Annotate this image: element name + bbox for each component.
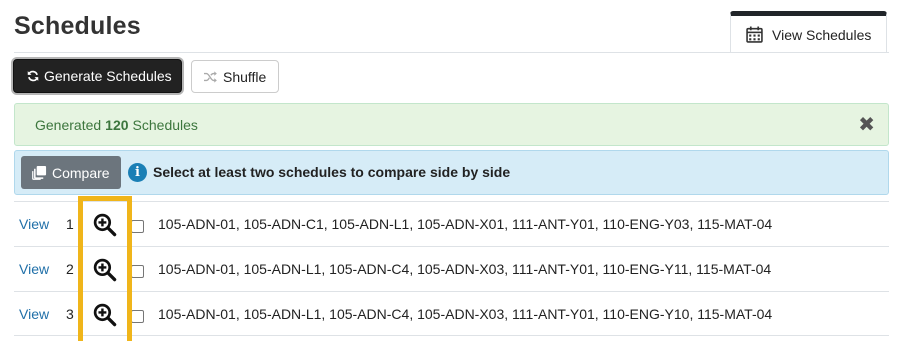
success-prefix: Generated xyxy=(35,116,102,133)
compare-label: Compare xyxy=(52,164,110,181)
course-list: 105-ADN-01, 105-ADN-C1, 105-ADN-L1, 105-… xyxy=(158,216,773,232)
schedule-number: 1 xyxy=(66,216,74,232)
calendar-icon xyxy=(746,26,763,43)
schedule-number: 2 xyxy=(66,261,74,277)
compare-checkbox[interactable] xyxy=(131,310,144,323)
schedule-count: 120 xyxy=(105,116,129,133)
generate-schedules-button[interactable]: Generate Schedules xyxy=(13,59,182,93)
page-title: Schedules xyxy=(14,12,141,40)
compare-checkbox[interactable] xyxy=(131,265,144,278)
refresh-icon xyxy=(27,70,39,82)
course-list: 105-ADN-01, 105-ADN-L1, 105-ADN-C4, 105-… xyxy=(158,261,772,277)
close-icon[interactable]: ✖ xyxy=(858,115,875,135)
compare-button[interactable]: Compare xyxy=(21,156,121,189)
shuffle-button[interactable]: Shuffle xyxy=(191,60,279,93)
view-link[interactable]: View xyxy=(19,261,49,277)
zoom-column-highlight xyxy=(78,196,132,341)
tab-divider xyxy=(14,52,889,53)
tab-view-schedules[interactable]: View Schedules xyxy=(730,11,887,53)
generate-label: Generate Schedules xyxy=(44,68,172,84)
success-suffix: Schedules xyxy=(132,116,198,133)
info-icon: i xyxy=(128,163,147,182)
schedule-row: View 2 105-ADN-01, 105-ADN-L1, 105-ADN-C… xyxy=(14,246,889,291)
schedule-row: View 3 105-ADN-01, 105-ADN-L1, 105-ADN-C… xyxy=(14,291,889,336)
tab-label: View Schedules xyxy=(772,26,872,43)
compare-info-bar: Compare i Select at least two schedules … xyxy=(14,150,889,195)
shuffle-label: Shuffle xyxy=(223,68,267,85)
schedule-row: View 1 105-ADN-01, 105-ADN-C1, 105-ADN-L… xyxy=(14,201,889,246)
view-link[interactable]: View xyxy=(19,306,49,322)
success-alert: Generated 120 Schedules ✖ xyxy=(14,103,889,146)
schedule-number: 3 xyxy=(66,306,74,322)
shuffle-icon xyxy=(204,70,217,83)
copy-icon xyxy=(32,165,47,180)
compare-checkbox[interactable] xyxy=(131,220,144,233)
compare-hint: Select at least two schedules to compare… xyxy=(153,164,511,180)
view-link[interactable]: View xyxy=(19,216,49,232)
course-list: 105-ADN-01, 105-ADN-L1, 105-ADN-C4, 105-… xyxy=(158,306,773,322)
